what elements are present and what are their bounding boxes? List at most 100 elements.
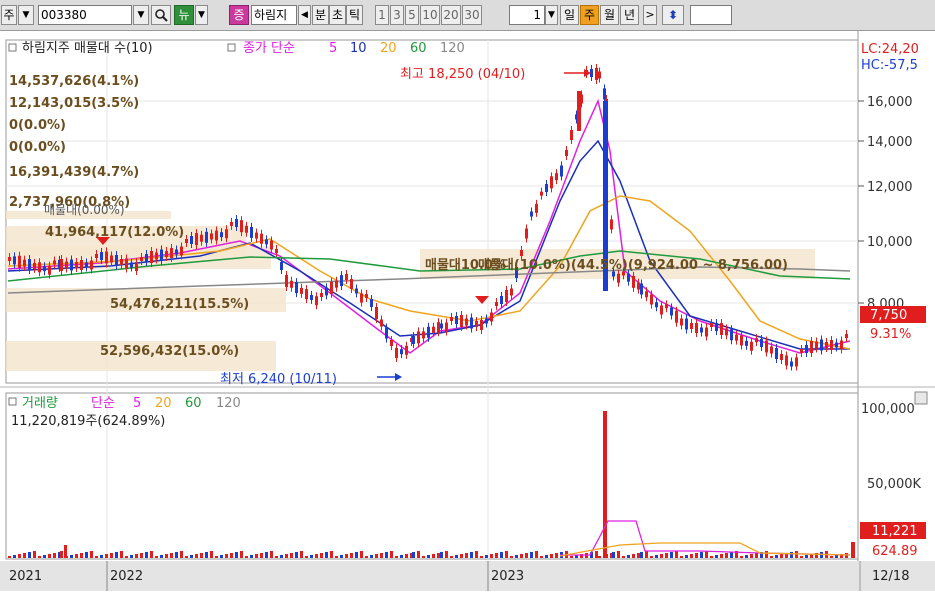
volume-bar — [335, 556, 338, 558]
candle-body — [745, 340, 748, 346]
volume-bar — [622, 556, 625, 558]
next-arrow-icon[interactable]: > — [643, 5, 657, 25]
count-dropdown-icon[interactable]: ▼ — [545, 5, 558, 25]
volume-bar — [365, 556, 368, 558]
ma60-label: 60 — [410, 41, 427, 56]
interval-20-button[interactable]: 20 — [441, 5, 461, 25]
candle-body — [310, 294, 313, 300]
updown-arrow-icon[interactable]: ⬍ — [662, 5, 684, 25]
code-dropdown-icon[interactable]: ▼ — [133, 5, 149, 25]
candle-body — [335, 280, 338, 288]
candle-body — [390, 340, 393, 346]
interval-10-button[interactable]: 10 — [420, 5, 440, 25]
candle-body — [270, 240, 273, 250]
candle-body — [130, 262, 133, 268]
volume-bar — [260, 553, 263, 558]
candle-body — [230, 221, 233, 226]
candle-body — [765, 340, 768, 353]
tab-second[interactable]: 초 — [329, 5, 346, 25]
tab-tick[interactable]: 틱 — [346, 5, 363, 25]
volume-bar — [175, 552, 178, 558]
volume-bar — [612, 552, 615, 558]
stock-code-input[interactable]: 003380 — [38, 5, 132, 25]
candle-body — [645, 291, 648, 298]
interval-5-button[interactable]: 5 — [405, 5, 419, 25]
market-type-button[interactable]: 주 — [1, 5, 17, 25]
volume-bar — [485, 555, 488, 558]
candle-body — [380, 319, 383, 327]
interval-3-button[interactable]: 3 — [390, 5, 404, 25]
volume-bar — [33, 551, 36, 558]
candle-body — [360, 293, 363, 303]
volume-bar — [100, 555, 103, 558]
candle-body — [530, 211, 533, 217]
candle-body — [38, 262, 41, 273]
volume-bar — [780, 554, 783, 558]
candle-body — [632, 275, 635, 288]
candle-body — [627, 273, 630, 282]
volume-value-label: 11,220,819주(624.89%) — [11, 414, 165, 429]
volume-bar — [632, 554, 635, 558]
vp-label-5: 16,391,439(4.7%) — [9, 165, 139, 180]
volume-bar — [455, 555, 458, 558]
volume-bar — [345, 554, 348, 558]
candle-body — [700, 327, 703, 333]
candle-body — [115, 255, 118, 266]
interval-1-button[interactable]: 1 — [375, 5, 389, 25]
period-year-button[interactable]: 년 — [620, 5, 639, 25]
chart-svg: 하림지주 매물대 수(10) 종가 단순 5 10 20 60 120 14,5… — [0, 31, 935, 591]
candle-body — [210, 233, 213, 240]
candle-body — [637, 282, 640, 290]
volume-bar — [160, 555, 163, 558]
volume-bar — [48, 554, 51, 558]
volume-bar — [185, 556, 188, 558]
candle-body — [200, 234, 203, 242]
vp-label-7: 41,964,117(12.0%) — [45, 225, 184, 240]
candle-body — [120, 259, 123, 265]
period-day-button[interactable]: 일 — [560, 5, 579, 25]
candle-body — [775, 348, 778, 359]
period-month-button[interactable]: 월 — [600, 5, 619, 25]
volume-bar — [170, 553, 173, 558]
panel-settings-icon[interactable] — [914, 391, 928, 405]
candle-body — [490, 312, 493, 322]
candle-body — [665, 304, 668, 309]
volume-bar — [130, 555, 133, 558]
count-input[interactable]: 1 — [509, 5, 545, 25]
volume-bar — [510, 556, 513, 558]
extra-input[interactable] — [690, 5, 732, 25]
news-button[interactable]: 뉴 — [174, 5, 194, 25]
candle-body — [495, 302, 498, 306]
candle-body — [710, 323, 713, 327]
candle-body — [795, 357, 798, 367]
volume-bar — [700, 552, 703, 558]
volume-bar — [135, 554, 138, 558]
candle-body — [170, 248, 173, 258]
market-dropdown-icon[interactable]: ▼ — [18, 5, 34, 25]
news-dropdown-icon[interactable]: ▼ — [195, 5, 208, 25]
candle-body — [500, 296, 503, 304]
interval-30-button[interactable]: 30 — [462, 5, 482, 25]
candle-body — [460, 315, 463, 327]
candle-body — [365, 294, 368, 298]
volume-bar — [18, 554, 21, 558]
tab-minute[interactable]: 분 — [312, 5, 329, 25]
volume-bar — [390, 551, 393, 558]
tag-button[interactable]: 증 — [229, 5, 249, 25]
candle-body — [245, 225, 248, 233]
search-icon[interactable] — [151, 5, 171, 25]
candle-body — [135, 262, 138, 271]
period-week-button[interactable]: 주 — [580, 5, 599, 25]
volume-bar — [750, 554, 753, 558]
volume-bar — [640, 552, 643, 558]
volume-bar — [740, 556, 743, 558]
volume-bar — [690, 554, 693, 558]
volume-bar — [851, 542, 855, 558]
candle-body — [225, 229, 228, 239]
volume-bar — [665, 553, 668, 558]
candle-body — [295, 282, 298, 294]
prev-arrow-icon[interactable]: ◀ — [298, 5, 311, 25]
volume-bar — [595, 551, 598, 558]
candle-body — [13, 256, 16, 265]
volume-bar — [490, 554, 493, 558]
